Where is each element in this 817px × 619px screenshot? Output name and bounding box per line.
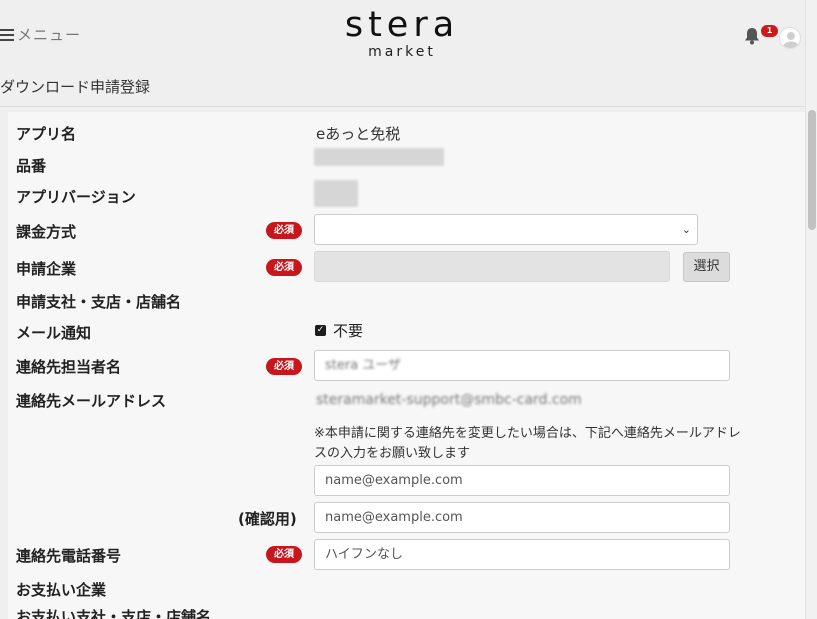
contact-email-value: steramarket-support@smbc-card.com <box>316 392 582 408</box>
applicant-company-label: 申請企業 <box>16 260 77 278</box>
header: メニュー stera market 1 <box>0 0 805 66</box>
required-badge: 必須 <box>266 259 302 276</box>
page-scrollbar[interactable] <box>805 0 817 619</box>
contact-person-value: stera ユーザ <box>325 358 402 373</box>
logo-sub-text: market <box>368 44 436 60</box>
logo-main-text: stera <box>344 5 460 45</box>
menu-button[interactable]: メニュー <box>0 24 81 45</box>
product-no-label: 品番 <box>16 157 47 175</box>
mail-notify-check-label[interactable]: 不要 <box>333 320 363 341</box>
email-placeholder: name@example.com <box>325 473 463 488</box>
select-company-button[interactable]: 選択 <box>683 252 730 282</box>
scrollbar-thumb[interactable] <box>808 110 816 230</box>
menu-label: メニュー <box>17 26 82 44</box>
app-version-value-redacted <box>314 180 358 207</box>
phone-label: 連絡先電話番号 <box>16 547 122 565</box>
email-confirm-placeholder: name@example.com <box>325 510 463 525</box>
user-avatar-icon[interactable] <box>779 27 801 49</box>
app-name-value: eあっと免税 <box>316 125 401 143</box>
page-title: ダウンロード申請登録 <box>0 78 151 96</box>
payment-branch-label: お支払い支社・支店・店舗名 <box>16 608 212 619</box>
email-confirm-input[interactable]: name@example.com <box>314 502 730 533</box>
contact-email-label: 連絡先メールアドレス <box>16 392 167 410</box>
required-badge: 必須 <box>266 358 302 375</box>
payment-company-label: お支払い企業 <box>16 581 107 599</box>
chevron-down-icon: ⌄ <box>681 223 691 236</box>
contact-person-input[interactable]: stera ユーザ <box>314 350 730 381</box>
mail-notify-checkbox[interactable]: ✓ <box>315 325 326 336</box>
required-badge: 必須 <box>266 222 302 239</box>
email-input[interactable]: name@example.com <box>314 465 730 496</box>
mail-notify-label: メール通知 <box>16 324 92 342</box>
notification-badge: 1 <box>761 25 778 37</box>
title-divider <box>0 106 805 107</box>
phone-placeholder: ハイフンなし <box>325 547 404 562</box>
app-name-label: アプリ名 <box>16 125 77 143</box>
contact-person-label: 連絡先担当者名 <box>16 358 122 376</box>
billing-method-select[interactable]: ⌄ <box>314 214 698 245</box>
stera-market-logo[interactable]: stera market <box>338 6 466 59</box>
app-version-label: アプリバージョン <box>16 188 136 206</box>
required-badge: 必須 <box>266 546 302 563</box>
product-no-value-redacted <box>314 148 444 166</box>
phone-input[interactable]: ハイフンなし <box>314 539 730 570</box>
bell-icon[interactable] <box>742 26 762 46</box>
billing-method-label: 課金方式 <box>16 223 77 241</box>
hamburger-icon <box>0 28 14 42</box>
email-confirm-label: (確認用) <box>238 510 297 528</box>
applicant-company-field <box>314 251 670 282</box>
applicant-branch-label: 申請支社・支店・店舗名 <box>16 293 182 311</box>
email-change-note: ※本申請に関する連絡先を変更したい場合は、下記へ連絡先メールアドレスの入力をお願… <box>314 426 741 461</box>
